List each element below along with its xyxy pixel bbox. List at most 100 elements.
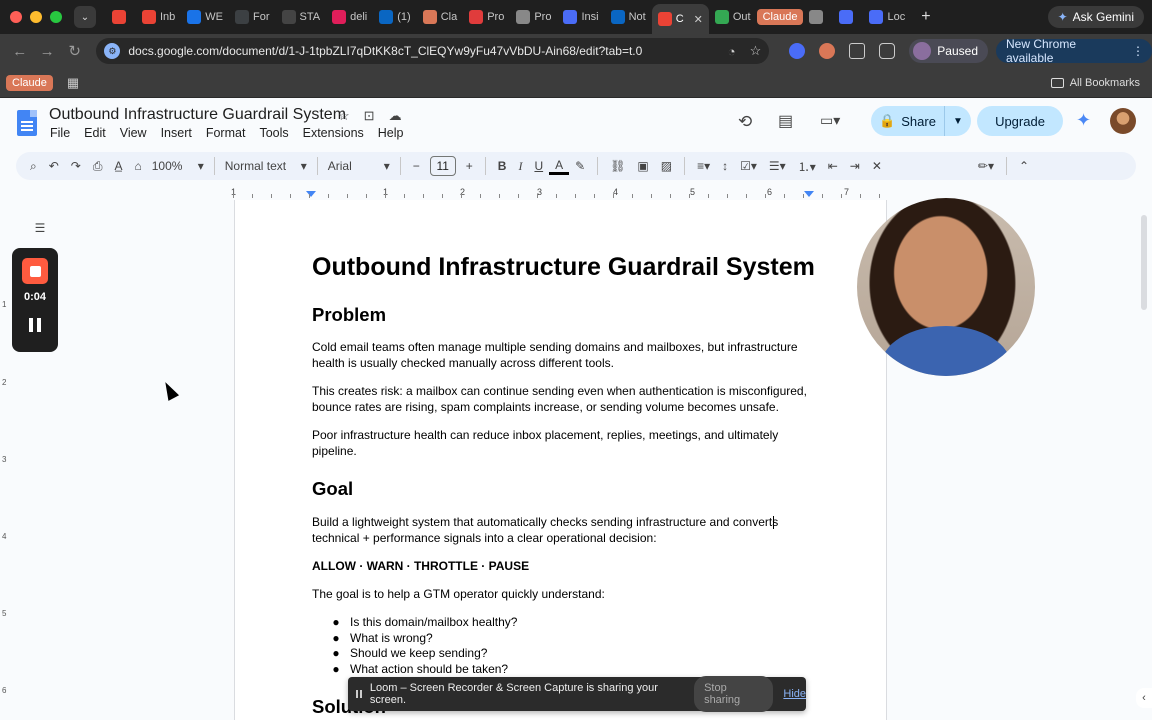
bold-icon[interactable]: B	[492, 159, 513, 173]
font-select[interactable]: Arial ▾	[324, 159, 394, 173]
extension-icon[interactable]	[789, 43, 806, 59]
address-bar[interactable]: ⚙ docs.google.com/document/d/1-J-1tpbZLI…	[96, 38, 770, 64]
menu-help[interactable]: Help	[378, 126, 404, 140]
undo-icon[interactable]: ↶	[43, 159, 65, 173]
bulleted-list-icon[interactable]: ☰▾	[763, 159, 792, 173]
align-icon[interactable]: ≡▾	[691, 159, 716, 173]
left-indent-marker[interactable]	[306, 191, 316, 197]
back-arrow-icon[interactable]: ←	[6, 43, 33, 60]
more-menu-icon[interactable]: ⋮	[1132, 44, 1144, 58]
text-color-icon[interactable]: A	[549, 158, 570, 175]
browser-tab[interactable]: STA	[276, 4, 327, 30]
clear-formatting-icon[interactable]: ✕	[866, 159, 888, 173]
insert-link-icon[interactable]: ⛓	[604, 159, 631, 173]
numbered-list-icon[interactable]: ⒈▾	[792, 158, 822, 175]
browser-tab[interactable]: For	[229, 4, 276, 30]
move-folder-icon[interactable]: ⊡	[364, 108, 375, 124]
site-info-icon[interactable]: ⚙	[104, 43, 121, 59]
highlight-icon[interactable]: ✎	[569, 159, 591, 173]
drag-handle-icon[interactable]	[356, 690, 362, 698]
tab-group-claude[interactable]: Claude	[756, 9, 804, 25]
search-menus-icon[interactable]: ⌕	[24, 159, 43, 174]
browser-tab[interactable]: Not	[605, 4, 652, 30]
print-icon[interactable]: ⎙	[87, 159, 109, 174]
star-icon[interactable]: ☆	[338, 108, 350, 124]
menu-view[interactable]: View	[120, 126, 147, 140]
new-tab-button[interactable]: +	[921, 8, 930, 26]
menu-file[interactable]: File	[50, 126, 70, 140]
underline-icon[interactable]: U	[528, 159, 549, 173]
browser-tab[interactable]: deli	[326, 4, 373, 30]
share-dropdown-icon[interactable]: ▼	[945, 116, 971, 127]
pause-recording-icon[interactable]	[29, 318, 41, 332]
browser-tab[interactable]: (1)	[373, 4, 416, 30]
minimize-window-button[interactable]	[30, 11, 42, 23]
menu-format[interactable]: Format	[206, 126, 246, 140]
upgrade-button[interactable]: Upgrade	[977, 106, 1063, 136]
meet-video-icon[interactable]: ▭▾	[820, 112, 840, 129]
collapse-menus-icon[interactable]: ⌃	[1013, 159, 1035, 173]
editing-mode-icon[interactable]: ✏▾	[972, 159, 1000, 173]
paint-format-icon[interactable]: ⌂	[128, 159, 147, 173]
tab-search-button[interactable]: ⌄	[74, 6, 96, 28]
browser-tab[interactable]: WE	[181, 4, 229, 30]
reload-icon[interactable]: ↻	[61, 42, 88, 60]
browser-tab[interactable]: Loc	[863, 4, 911, 30]
version-history-icon[interactable]: ⟲	[738, 112, 752, 132]
add-comment-icon[interactable]: ▣	[631, 159, 654, 173]
horizontal-ruler[interactable]: 11234567	[231, 184, 887, 200]
performance-icon[interactable]: ◔	[728, 44, 736, 59]
gemini-icon[interactable]: ✦	[1076, 110, 1091, 131]
document-outline-icon[interactable]: ☰	[26, 215, 54, 241]
loom-webcam-bubble[interactable]	[857, 198, 1035, 376]
hide-banner-button[interactable]: Hide	[783, 688, 806, 700]
line-spacing-icon[interactable]: ↕	[716, 159, 734, 173]
bookmark-claude[interactable]: Claude	[6, 74, 53, 91]
font-size-input[interactable]: 11	[429, 156, 456, 176]
docs-logo-icon[interactable]	[17, 110, 37, 136]
insert-image-icon[interactable]: ▨	[655, 159, 678, 173]
browser-tab[interactable]	[833, 4, 863, 30]
update-chrome-button[interactable]: New Chrome available ⋮	[996, 37, 1152, 65]
comments-icon[interactable]: ▤	[778, 111, 793, 131]
browser-tab[interactable]: Inb	[136, 4, 181, 30]
close-window-button[interactable]	[10, 11, 22, 23]
menu-extensions[interactable]: Extensions	[303, 126, 364, 140]
menu-insert[interactable]: Insert	[161, 126, 192, 140]
share-button[interactable]: 🔒 Share ▼	[871, 106, 971, 136]
zoom-select[interactable]: 100% ▾	[148, 159, 208, 173]
document-title[interactable]: Outbound Infrastructure Guardrail System	[49, 106, 346, 124]
checklist-icon[interactable]: ☑▾	[734, 159, 763, 173]
claude-extension-icon[interactable]	[819, 43, 836, 59]
browser-tab[interactable]: Cla	[417, 4, 464, 30]
browser-tab[interactable]: C ✕	[651, 4, 709, 34]
browser-tab[interactable]	[106, 4, 136, 30]
document-page[interactable]: Outbound Infrastructure Guardrail System…	[234, 200, 887, 720]
decrease-font-size-icon[interactable]: −	[407, 159, 426, 173]
right-indent-marker[interactable]	[804, 191, 814, 197]
user-avatar[interactable]	[1110, 108, 1136, 134]
stop-sharing-button[interactable]: Stop sharing	[694, 676, 774, 712]
cloud-status-icon[interactable]: ☁	[389, 108, 402, 124]
profile-button[interactable]: Paused	[909, 39, 988, 63]
browser-tab[interactable]: Insi	[557, 4, 604, 30]
side-panel-toggle-icon[interactable]: ‹	[1136, 688, 1152, 708]
menu-edit[interactable]: Edit	[84, 126, 106, 140]
paragraph-style-select[interactable]: Normal text ▾	[221, 159, 311, 173]
redo-icon[interactable]: ↷	[65, 159, 87, 173]
spellcheck-icon[interactable]: A̲	[108, 159, 128, 173]
ask-gemini-button[interactable]: ✦ Ask Gemini	[1047, 6, 1144, 28]
extensions-puzzle-icon[interactable]	[849, 43, 866, 59]
increase-font-size-icon[interactable]: +	[460, 159, 479, 173]
decrease-indent-icon[interactable]: ⇤	[822, 159, 844, 173]
page-scrollbar[interactable]	[1141, 215, 1147, 310]
browser-tab[interactable]: Pro	[510, 4, 557, 30]
italic-icon[interactable]: I	[512, 159, 528, 174]
close-tab-icon[interactable]: ✕	[694, 13, 703, 26]
increase-indent-icon[interactable]: ⇥	[844, 159, 866, 173]
browser-tab[interactable]	[803, 4, 833, 30]
menu-tools[interactable]: Tools	[259, 126, 288, 140]
maximize-window-button[interactable]	[50, 11, 62, 23]
reading-list-icon[interactable]	[879, 43, 896, 59]
apps-grid-icon[interactable]: ▦	[67, 75, 79, 91]
